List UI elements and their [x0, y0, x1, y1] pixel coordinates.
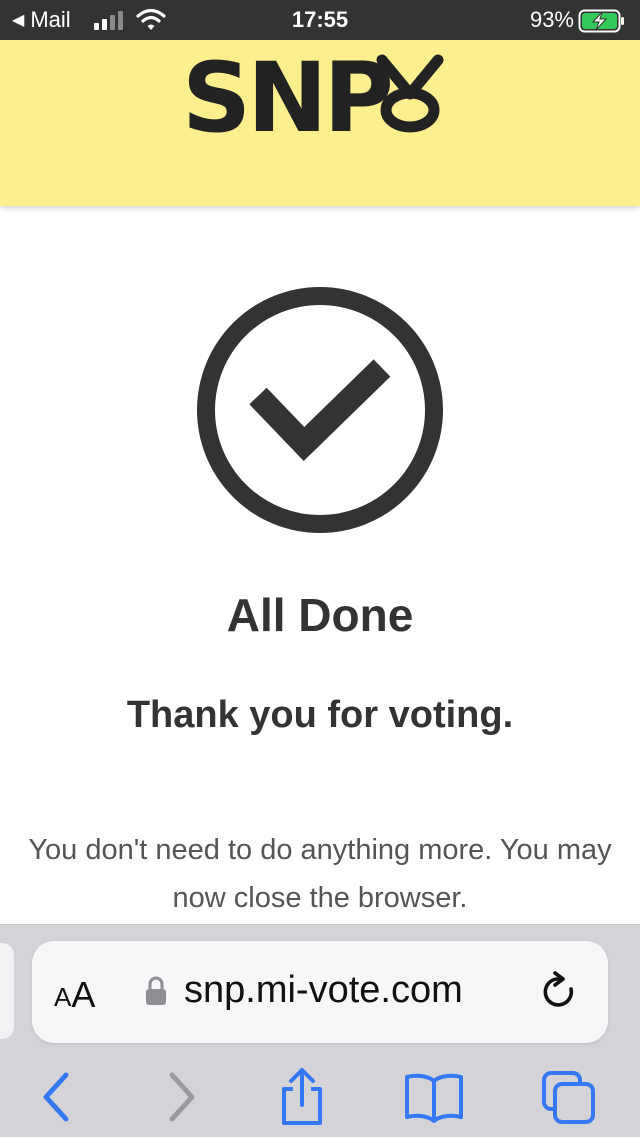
thank-you-heading: Thank you for voting.: [126, 694, 514, 736]
browser-toolbar: A A snp.mi-vote.com: [0, 924, 640, 1137]
reload-icon[interactable]: [540, 971, 580, 1015]
snp-logo[interactable]: SNP: [182, 42, 482, 170]
status-bar: ◀ Mail 17:55 93%: [0, 0, 640, 40]
share-button[interactable]: [270, 1065, 334, 1129]
site-header: SNP: [0, 40, 640, 206]
address-bar[interactable]: A A snp.mi-vote.com: [32, 941, 608, 1043]
battery-percent: 93%: [529, 7, 574, 32]
logo-text: SNP: [182, 42, 394, 154]
battery-charging-icon: [578, 9, 624, 33]
tabs-button[interactable]: [536, 1065, 600, 1129]
share-icon: [282, 1068, 322, 1125]
aa-small-letter: A: [54, 982, 72, 1012]
bookmarks-button[interactable]: [402, 1065, 466, 1129]
forward-button[interactable]: [150, 1065, 214, 1129]
check-circle-icon: [197, 287, 443, 533]
back-icon: [43, 1072, 69, 1122]
bookmarks-icon: [405, 1073, 463, 1123]
previous-tab-preview[interactable]: [0, 943, 14, 1039]
lock-icon: [146, 976, 166, 1005]
snp-loop-mark-icon: [376, 54, 444, 133]
completion-message: You don't need to do anything more. You …: [28, 834, 612, 914]
aa-large-letter: A: [71, 974, 96, 1015]
reader-options-button[interactable]: A A: [54, 973, 95, 1013]
forward-icon: [169, 1072, 195, 1122]
back-button[interactable]: [24, 1065, 88, 1129]
url-text[interactable]: snp.mi-vote.com: [184, 969, 463, 1012]
tabs-icon: [542, 1071, 595, 1124]
page-title: All Done: [226, 589, 414, 641]
